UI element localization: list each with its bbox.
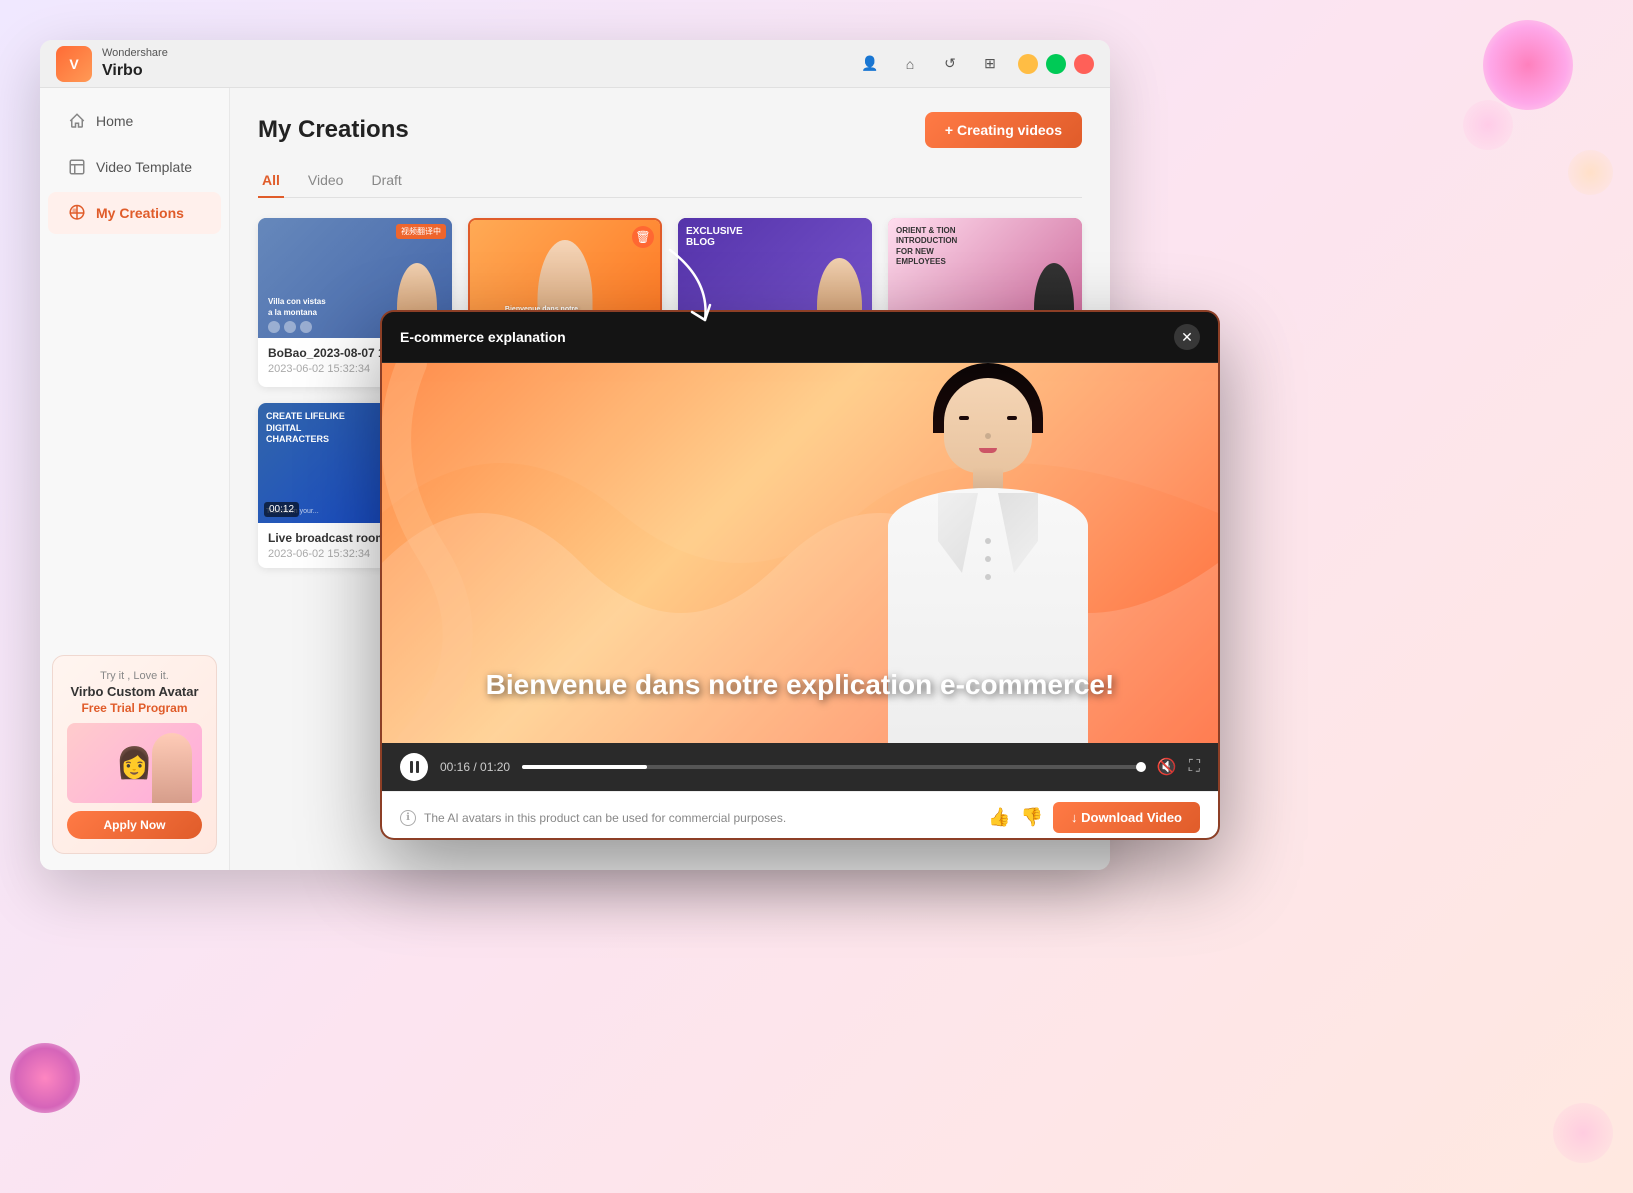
modal-close-button[interactable]: ✕: [1174, 324, 1200, 350]
pause-button[interactable]: [400, 753, 428, 781]
tabs: All Video Draft: [258, 164, 1082, 198]
company-name: Wondershare: [102, 47, 168, 60]
thumbup-button[interactable]: 👍: [988, 807, 1010, 828]
footer-info: ℹ The AI avatars in this product can be …: [400, 810, 786, 826]
user-icon[interactable]: 👤: [858, 52, 882, 76]
page-title: My Creations: [258, 116, 409, 144]
title-bar: V Wondershare Virbo 👤 ⌂ ↺ ⊞ − □ ✕: [40, 40, 1110, 88]
sidebar-template-label: Video Template: [96, 159, 192, 175]
modal-header: E-commerce explanation ✕: [382, 312, 1218, 363]
volume-icon[interactable]: 🔇: [1157, 757, 1177, 777]
time-display: 00:16 / 01:20: [440, 760, 510, 774]
tab-video[interactable]: Video: [304, 164, 348, 198]
promo-title: Virbo Custom Avatar: [67, 684, 202, 699]
sidebar-creations-label: My Creations: [96, 205, 184, 221]
title-bar-left: V Wondershare Virbo: [56, 46, 168, 82]
promo-apply-button[interactable]: Apply Now: [67, 811, 202, 839]
video-duration-5: 00:12: [264, 502, 299, 517]
decoration-blob-pink: [1483, 20, 1573, 110]
decoration-blob-bottom-right: [1553, 1103, 1613, 1163]
video-modal: E-commerce explanation ✕: [380, 310, 1220, 840]
subtitle-text: Bienvenue dans notre explication e-comme…: [382, 667, 1218, 703]
template-icon: [68, 158, 86, 176]
app-logo: V: [56, 46, 92, 82]
close-button[interactable]: ✕: [1074, 54, 1094, 74]
sidebar-home-label: Home: [96, 113, 133, 129]
grid-icon[interactable]: ⊞: [978, 52, 1002, 76]
create-videos-button[interactable]: + Creating videos: [925, 112, 1082, 148]
info-icon: ℹ: [400, 810, 416, 826]
title-bar-right: 👤 ⌂ ↺ ⊞ − □ ✕: [858, 52, 1094, 76]
promo-avatar-area: 👩: [67, 723, 202, 803]
progress-fill: [522, 765, 647, 769]
pause-icon: [410, 761, 419, 773]
logo-initial: V: [69, 56, 78, 72]
decoration-blob-small: [1463, 100, 1513, 150]
video-badge-1: 视频翻译中: [396, 224, 446, 239]
decoration-blob-mid-right: [1568, 150, 1613, 195]
controls-bar: 00:16 / 01:20 🔇 ⛶: [382, 743, 1218, 791]
creations-icon: [68, 204, 86, 222]
maximize-button[interactable]: □: [1046, 54, 1066, 74]
tab-draft[interactable]: Draft: [367, 164, 405, 198]
app-name-block: Wondershare Virbo: [102, 47, 168, 79]
time-current: 00:16: [440, 760, 470, 774]
home-icon[interactable]: ⌂: [898, 52, 922, 76]
progress-dot: [1136, 762, 1146, 772]
home-icon: [68, 112, 86, 130]
footer-actions: 👍 👎 ↓ Download Video: [988, 802, 1200, 833]
tab-all[interactable]: All: [258, 164, 284, 198]
progress-bar[interactable]: [522, 765, 1145, 769]
minimize-button[interactable]: −: [1018, 54, 1038, 74]
sidebar: Home Video Template My Creations Try it …: [40, 88, 230, 870]
presenter-head: [944, 378, 1032, 473]
video-delete-2[interactable]: 🗑: [632, 226, 654, 248]
content-header: My Creations + Creating videos: [258, 112, 1082, 148]
promo-eyebrow: Try it , Love it.: [67, 670, 202, 682]
promo-subtitle: Free Trial Program: [67, 701, 202, 715]
decoration-blob-bottom-left: [10, 1043, 80, 1113]
app-name: Virbo: [102, 61, 168, 80]
time-total: 01:20: [480, 760, 510, 774]
download-video-button[interactable]: ↓ Download Video: [1053, 802, 1200, 833]
window-controls: − □ ✕: [1018, 54, 1094, 74]
sidebar-item-home[interactable]: Home: [48, 100, 221, 142]
fullscreen-icon[interactable]: ⛶: [1189, 758, 1200, 776]
presenter-body: [888, 488, 1088, 743]
sidebar-promo-card: Try it , Love it. Virbo Custom Avatar Fr…: [52, 655, 217, 854]
promo-avatar-placeholder: 👩: [116, 746, 153, 781]
subtitle-overlay: Bienvenue dans notre explication e-comme…: [382, 667, 1218, 703]
sidebar-item-video-template[interactable]: Video Template: [48, 146, 221, 188]
refresh-icon[interactable]: ↺: [938, 52, 962, 76]
modal-footer: ℹ The AI avatars in this product can be …: [382, 791, 1218, 840]
thumbdown-button[interactable]: 👎: [1021, 807, 1043, 828]
video-area: Bienvenue dans notre explication e-comme…: [382, 363, 1218, 743]
modal-title: E-commerce explanation: [400, 329, 566, 345]
video-date-5: 2023-06-02 15:32:34: [268, 548, 386, 560]
video-title-5: Live broadcast room: [268, 531, 386, 545]
footer-info-text: The AI avatars in this product can be us…: [424, 811, 786, 825]
sidebar-item-my-creations[interactable]: My Creations: [48, 192, 221, 234]
video-meta-5: Live broadcast room 2023-06-02 15:32:34: [268, 531, 386, 560]
